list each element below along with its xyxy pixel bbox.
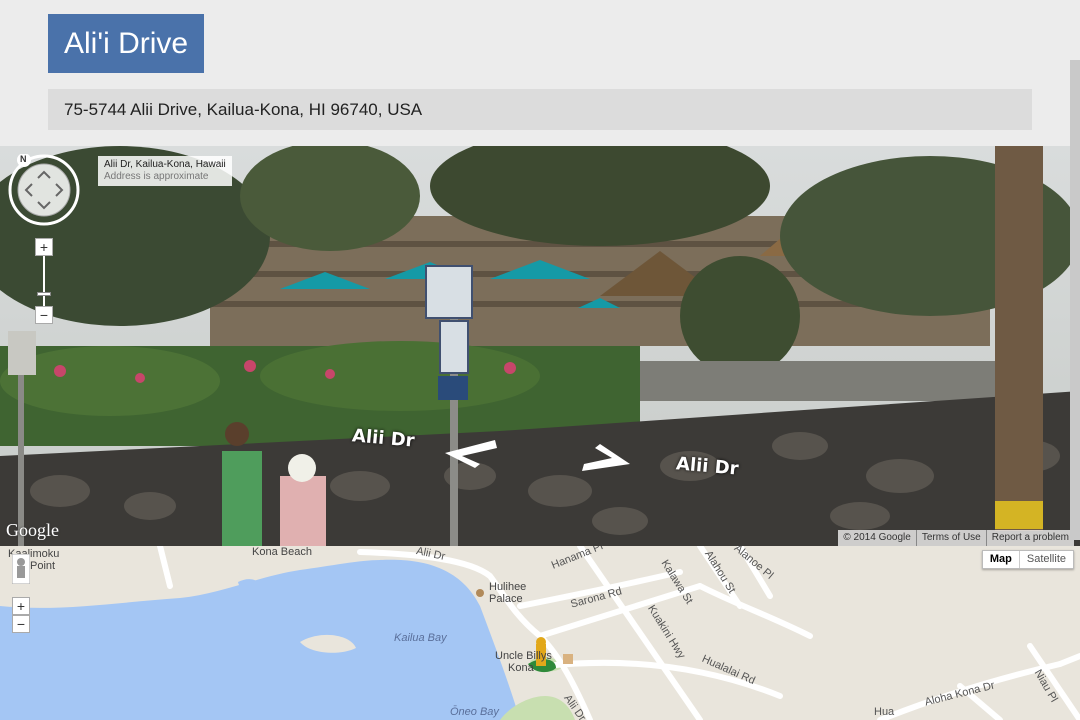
map-label-point: Point — [30, 560, 56, 572]
address-bar: 75-5744 Alii Drive, Kailua-Kona, HI 9674… — [48, 89, 1032, 130]
copyright-text: © 2014 Google — [843, 532, 911, 543]
sv-zoom-slider-handle[interactable] — [37, 292, 51, 296]
map-label-hua: Hua — [874, 706, 895, 718]
map-zoom-in-button[interactable]: + — [12, 597, 30, 615]
map-zoom-control: + − — [12, 597, 30, 633]
compass-north-icon: N — [20, 154, 27, 164]
page: Ali'i Drive 75-5744 Alii Drive, Kailua-K… — [0, 0, 1080, 720]
map-canvas — [0, 546, 1080, 720]
report-problem-link[interactable]: Report a problem — [985, 530, 1074, 546]
map-label-palace: Palace — [489, 593, 523, 605]
street-view-panorama[interactable]: Alii Dr, Kailua-Kona, Hawaii Address is … — [0, 146, 1080, 546]
pan-control[interactable]: N — [8, 153, 80, 226]
map-view[interactable]: Kaalimoku Point Kona Beach Alii Dr Hulih… — [0, 546, 1080, 720]
map-zoom-out-button[interactable]: − — [12, 615, 30, 633]
map-label-uncle-billys: Uncle Billys — [495, 650, 552, 662]
street-view-zoom-control: + − — [34, 238, 54, 324]
street-view-footer: © 2014 Google Terms of Use Report a prob… — [838, 530, 1074, 546]
page-header: Ali'i Drive 75-5744 Alii Drive, Kailua-K… — [0, 0, 1080, 146]
location-note: Address is approximate — [104, 171, 209, 182]
google-logo: Google — [6, 520, 59, 540]
pegman-icon[interactable] — [12, 554, 30, 584]
map-label-oneo-bay: Ōneo Bay — [450, 706, 499, 718]
street-view-image — [0, 146, 1080, 546]
page-title: Ali'i Drive — [48, 14, 205, 73]
location-label: Alii Dr, Kailua-Kona, Hawaii Address is … — [98, 156, 232, 186]
terms-link[interactable]: Terms of Use — [915, 530, 986, 546]
page-scrollbar[interactable] — [1070, 60, 1080, 540]
map-type-satellite-button[interactable]: Satellite — [1018, 551, 1073, 568]
map-label-hulihee: Hulihee — [489, 581, 527, 593]
map-label-kailua-bay: Kailua Bay — [394, 632, 447, 644]
map-type-map-button[interactable]: Map — [983, 551, 1019, 568]
map-label-kona-beach: Kona Beach — [252, 546, 312, 558]
sv-zoom-track[interactable] — [43, 256, 45, 310]
map-type-control: Map Satellite — [981, 550, 1074, 569]
sv-zoom-in-button[interactable]: + — [35, 238, 53, 256]
location-title: Alii Dr, Kailua-Kona, Hawaii — [104, 159, 226, 170]
sv-zoom-out-button[interactable]: − — [35, 306, 53, 324]
map-label-uncle-billys-kona: Kona — [508, 662, 534, 674]
